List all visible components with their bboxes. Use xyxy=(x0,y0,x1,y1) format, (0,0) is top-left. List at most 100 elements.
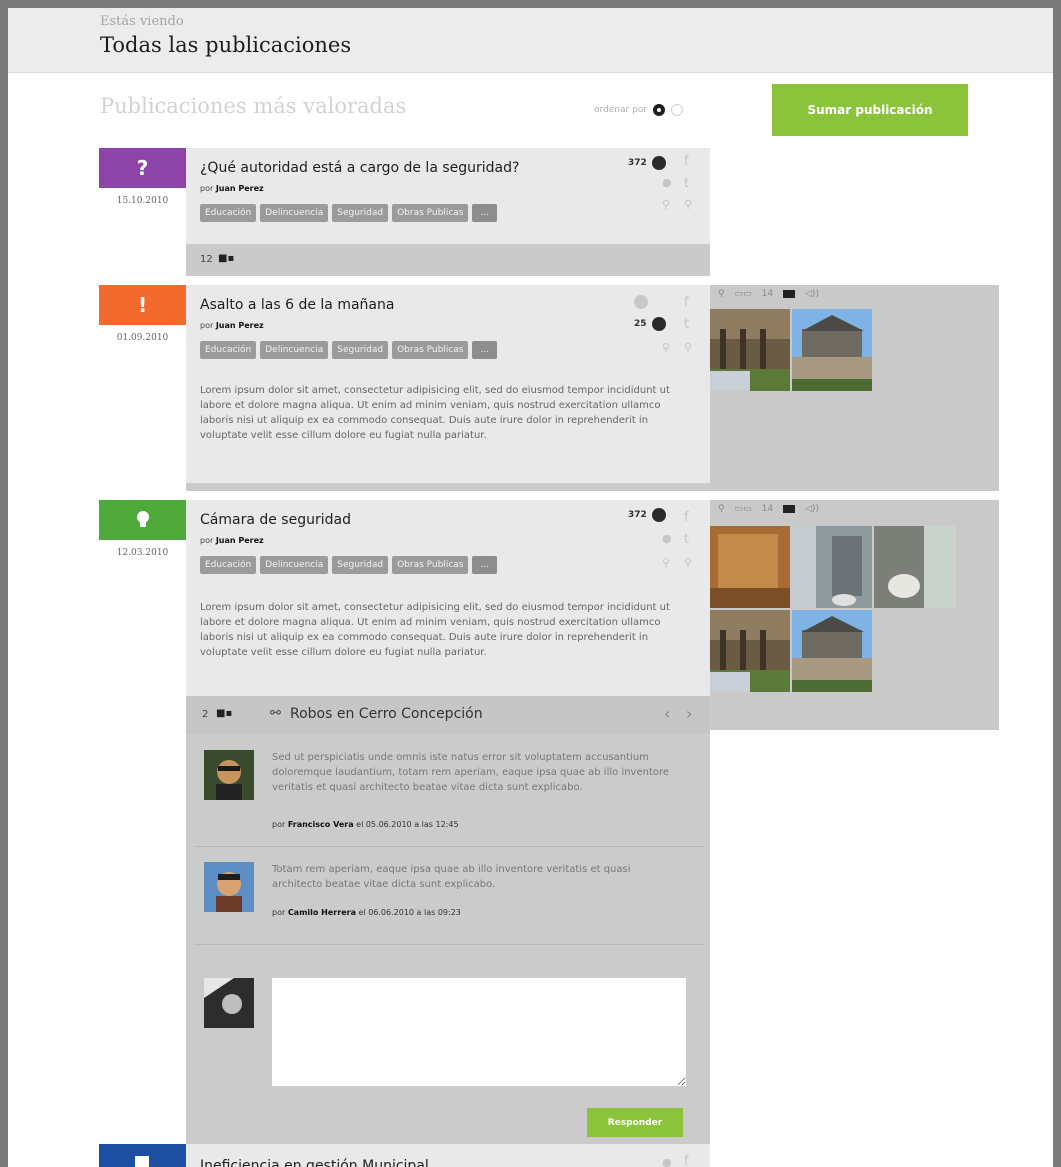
photo-thumbnail[interactable] xyxy=(710,610,790,692)
vote-score: 25 xyxy=(634,317,666,331)
exclamation-icon: ! xyxy=(99,285,186,325)
vote-up xyxy=(634,295,648,309)
comments-header: 2 ■▪ ⚯ Robos en Cerro Concepción ‹ › xyxy=(186,696,710,734)
photo-thumbnail[interactable] xyxy=(792,309,872,391)
tag[interactable]: Obras Publicas xyxy=(392,341,469,359)
camera-icon[interactable] xyxy=(783,290,796,298)
comment-text: Sed ut perspiciatis unde omnis iste natu… xyxy=(272,752,670,793)
next-arrow-icon[interactable]: › xyxy=(686,704,692,723)
info-glyph xyxy=(135,1156,149,1167)
post-body: Lorem ipsum dolor sit amet, consectetur … xyxy=(200,602,670,658)
comments-icon[interactable]: ■▪ xyxy=(216,708,232,719)
post-card: Ineficiencia en gestión Municipal ● f xyxy=(186,1144,710,1167)
downvote-icon[interactable] xyxy=(651,317,666,331)
post-title[interactable]: ¿Qué autoridad está a cargo de la seguri… xyxy=(200,160,519,176)
photo-thumbnail[interactable] xyxy=(792,526,872,608)
downvote-icon[interactable]: ● xyxy=(662,176,672,189)
twitter-icon[interactable]: t xyxy=(684,176,689,191)
tag[interactable]: Seguridad xyxy=(332,204,389,222)
prev-arrow-icon[interactable]: ‹ xyxy=(664,704,670,723)
pin-icon[interactable]: ⚲ xyxy=(662,198,670,211)
post-title[interactable]: Ineficiencia en gestión Municipal xyxy=(200,1158,429,1167)
reply-button[interactable]: Responder xyxy=(587,1108,683,1137)
photo-count: 14 xyxy=(761,289,774,299)
post-title[interactable]: Asalto a las 6 de la mañana xyxy=(200,297,394,313)
post-author: por Juan Perez xyxy=(200,321,264,330)
audio-icon[interactable]: ◁)) xyxy=(805,504,819,514)
sort-control[interactable]: ordenar por xyxy=(594,104,683,116)
divider xyxy=(194,944,704,945)
sort-rating-option-icon[interactable] xyxy=(653,104,665,116)
tag[interactable]: Obras Publicas xyxy=(392,556,469,574)
avatar[interactable] xyxy=(204,750,254,800)
audio-icon[interactable]: ◁)) xyxy=(805,289,819,299)
lightbulb-icon xyxy=(99,500,186,540)
author-link[interactable]: Juan Perez xyxy=(216,321,264,330)
avatar-image xyxy=(204,750,254,800)
tag[interactable]: Educación xyxy=(200,341,257,359)
post-title[interactable]: Cámara de seguridad xyxy=(200,512,351,528)
book-icon[interactable]: ▭▭ xyxy=(735,504,752,514)
map-pin-icon[interactable]: ⚲ xyxy=(718,504,725,514)
pin-icon[interactable]: ⚲ xyxy=(662,341,670,354)
photo-thumbnail[interactable] xyxy=(710,526,790,608)
upvote-icon[interactable]: ● xyxy=(662,1156,672,1167)
tag[interactable]: Seguridad xyxy=(332,341,389,359)
post-date: 15.10.2010 xyxy=(116,196,169,206)
upvote-icon[interactable] xyxy=(651,156,666,170)
twitter-icon[interactable]: t xyxy=(684,317,689,332)
tag[interactable]: Delincuencia xyxy=(260,556,329,574)
pin-icon[interactable]: ⚲ xyxy=(662,556,670,569)
add-publication-button[interactable]: Sumar publicación xyxy=(772,84,968,136)
map-pin-icon[interactable]: ⚲ xyxy=(718,289,725,299)
comments-icon[interactable]: ■▪ xyxy=(218,253,234,264)
twitter-icon[interactable]: t xyxy=(684,532,689,547)
upvote-icon[interactable] xyxy=(651,508,666,522)
upvote-icon[interactable] xyxy=(634,295,648,309)
comment-meta: por Francisco Vera el 05.06.2010 a las 1… xyxy=(272,820,459,829)
related-link[interactable]: Robos en Cerro Concepción xyxy=(290,706,483,722)
comment-author[interactable]: Camilo Herrera xyxy=(288,908,356,917)
tag[interactable]: Obras Publicas xyxy=(392,204,469,222)
link-icon[interactable]: ⚲ xyxy=(684,341,692,354)
photo-thumbnail[interactable] xyxy=(792,610,872,692)
tag[interactable]: Delincuencia xyxy=(260,204,329,222)
link-icon[interactable]: ⚲ xyxy=(684,556,692,569)
sort-label: ordenar por xyxy=(594,105,647,115)
more-tags[interactable]: ... xyxy=(472,341,498,359)
more-tags[interactable]: ... xyxy=(472,556,498,574)
photo-gallery: ⚲ ▭▭ 14 ◁)) xyxy=(710,285,999,491)
comment-count[interactable]: 2 xyxy=(202,709,208,720)
post-footer xyxy=(186,483,710,491)
camera-icon[interactable] xyxy=(783,505,796,513)
link-icon[interactable]: ⚲ xyxy=(684,198,692,211)
post-author: por Juan Perez xyxy=(200,184,264,193)
photo-thumbnail-image xyxy=(792,610,872,692)
photo-gallery: ⚲ ▭▭ 14 ◁)) xyxy=(710,500,999,730)
post-date: 01.09.2010 xyxy=(116,333,169,343)
sort-date-option-icon[interactable] xyxy=(671,104,683,116)
photo-thumbnail-image xyxy=(792,526,872,608)
photo-thumbnail[interactable] xyxy=(710,309,790,391)
facebook-icon[interactable]: f xyxy=(684,510,689,525)
photo-thumbnail[interactable] xyxy=(874,526,956,608)
facebook-icon[interactable]: f xyxy=(684,1154,689,1167)
page-title: Todas las publicaciones xyxy=(100,33,352,57)
author-link[interactable]: Juan Perez xyxy=(216,536,264,545)
facebook-icon[interactable]: f xyxy=(684,154,689,169)
current-user-avatar xyxy=(204,978,254,1028)
more-tags[interactable]: ... xyxy=(472,204,498,222)
avatar[interactable] xyxy=(204,862,254,912)
author-link[interactable]: Juan Perez xyxy=(216,184,264,193)
facebook-icon[interactable]: f xyxy=(684,295,689,310)
tag[interactable]: Educación xyxy=(200,204,257,222)
comment-author[interactable]: Francisco Vera xyxy=(288,820,354,829)
photo-thumbnail-image xyxy=(792,309,872,391)
book-icon[interactable]: ▭▭ xyxy=(735,289,752,299)
tag[interactable]: Delincuencia xyxy=(260,341,329,359)
reply-textarea[interactable] xyxy=(272,978,686,1086)
tag[interactable]: Seguridad xyxy=(332,556,389,574)
tag[interactable]: Educación xyxy=(200,556,257,574)
downvote-icon[interactable]: ● xyxy=(662,532,672,545)
comment-count[interactable]: 12 xyxy=(200,254,213,265)
